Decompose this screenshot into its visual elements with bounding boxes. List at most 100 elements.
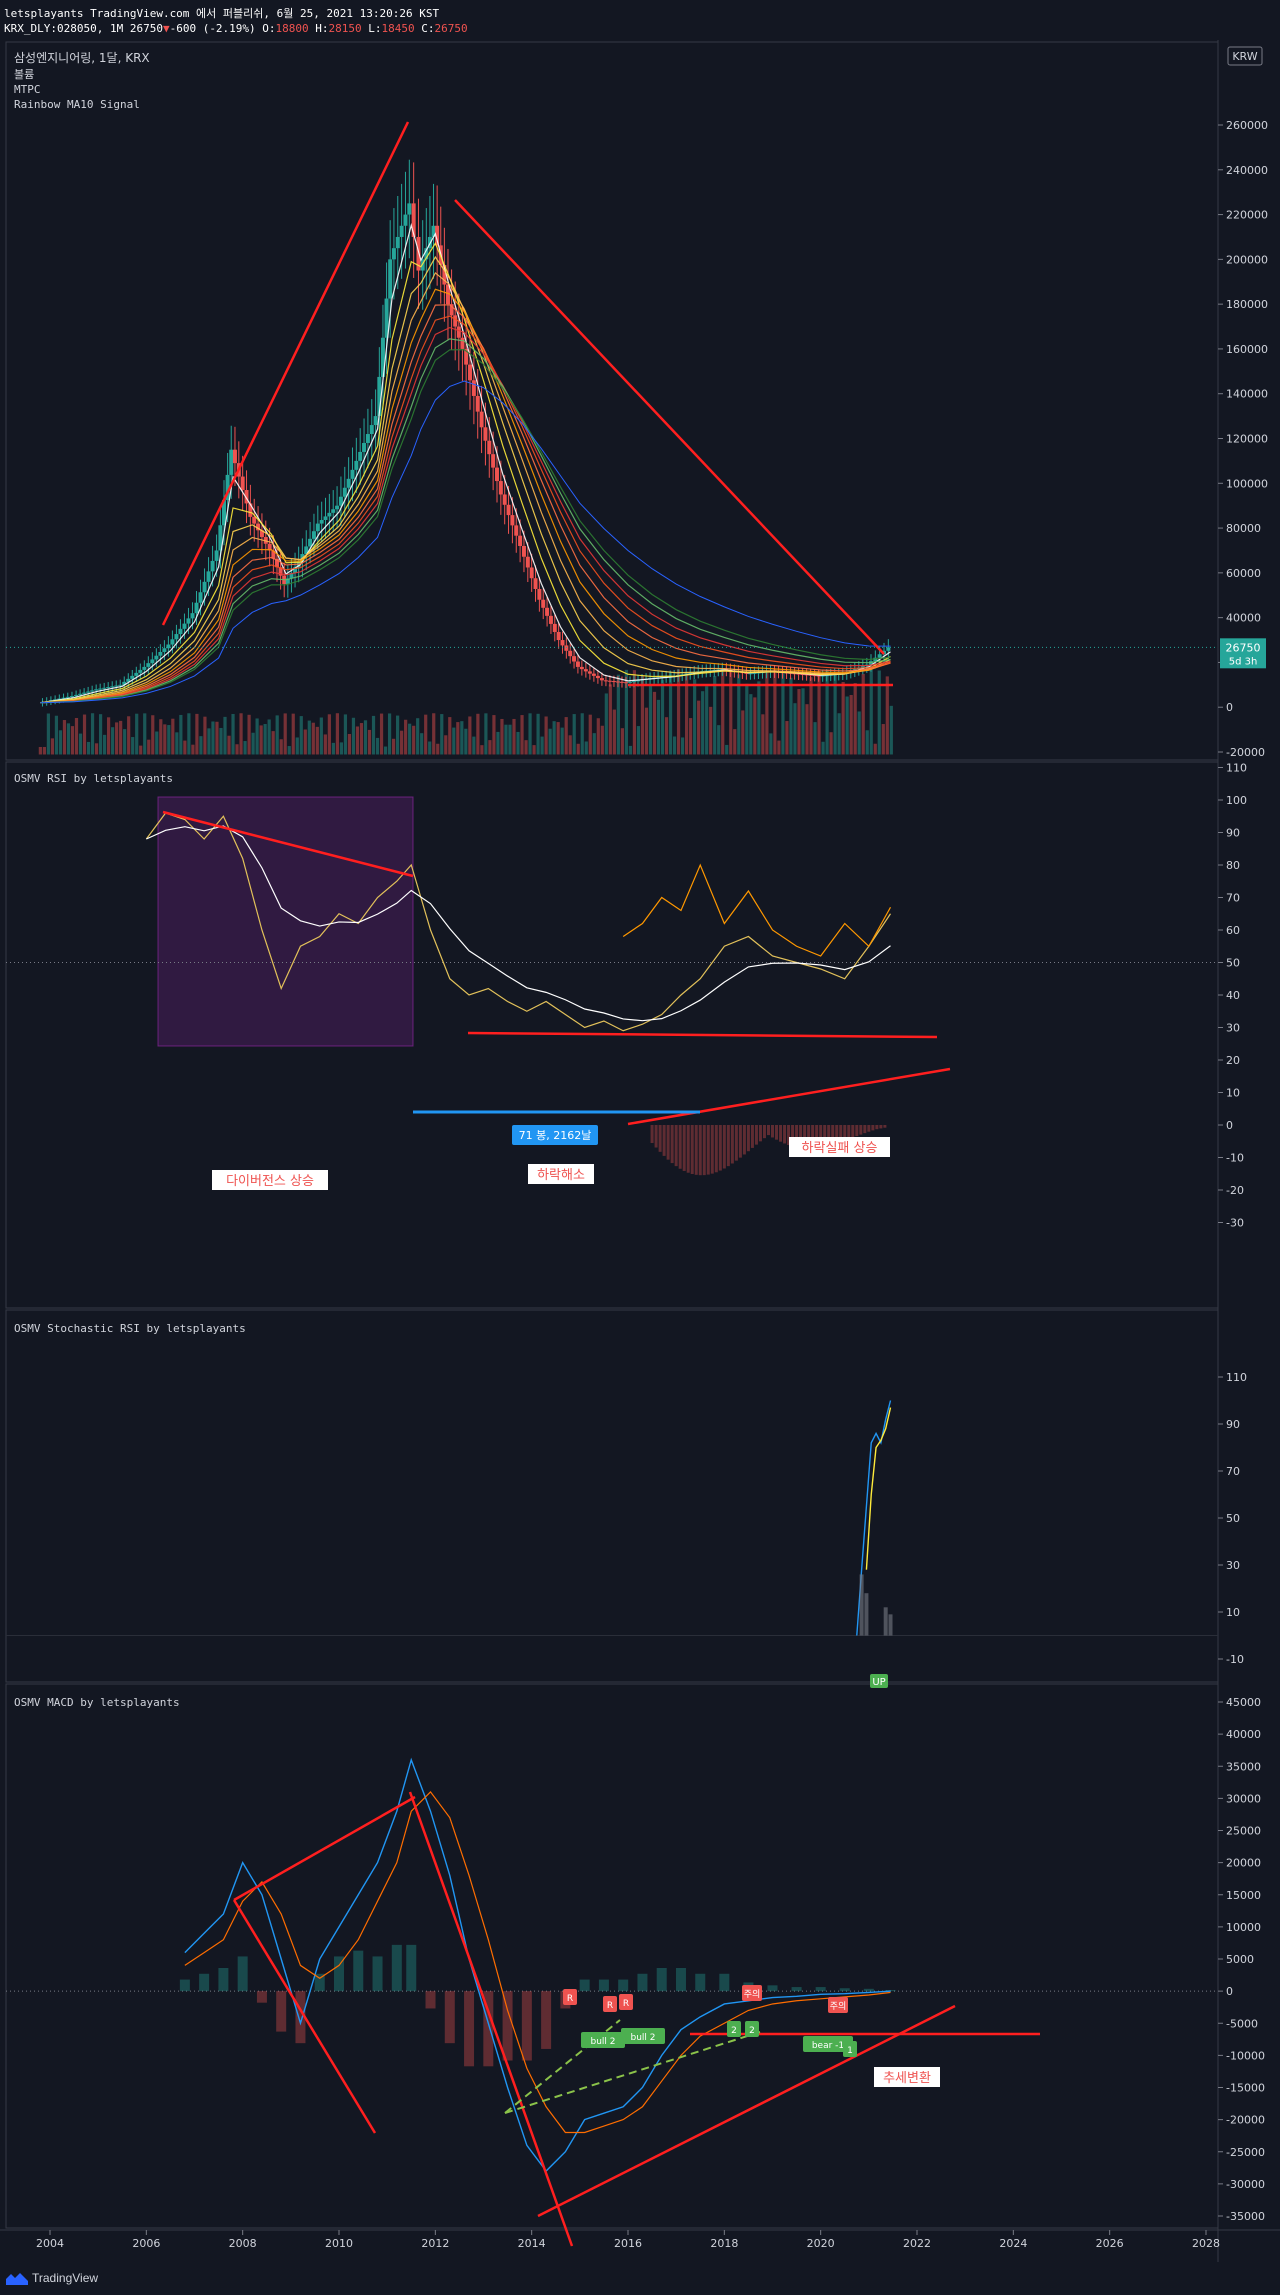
volume-bar	[576, 743, 580, 755]
rsi-histogram-bar	[718, 1125, 722, 1171]
volume-bar	[580, 713, 584, 755]
y-tick-label: 160000	[1226, 343, 1268, 356]
candle-body	[214, 550, 219, 561]
y-tick-label: 70	[1226, 892, 1240, 905]
volume-bar	[881, 724, 885, 755]
rsi-histogram-bar	[762, 1125, 766, 1139]
macd-histogram-bar	[353, 1950, 364, 1992]
macd-histogram-bar	[256, 1991, 267, 2003]
candle-body	[510, 515, 515, 526]
y-tick-label: 140000	[1226, 388, 1268, 401]
macd-histogram-bar	[218, 1967, 229, 1992]
volume-bar	[568, 735, 572, 755]
y-tick-label: 50	[1226, 957, 1240, 970]
volume-bar	[119, 720, 123, 755]
indicator-rainbow: Rainbow MA10 Signal	[14, 98, 140, 111]
volume-bar	[428, 741, 432, 755]
candle-body	[619, 681, 624, 683]
x-tick-label: 2010	[325, 2237, 353, 2250]
x-tick-label: 2018	[710, 2237, 738, 2250]
y-tick-label: -10	[1226, 1152, 1244, 1165]
macd-histogram-bar	[237, 1956, 248, 1992]
volume-bar	[42, 746, 46, 755]
rsi-histogram-bar	[758, 1125, 762, 1142]
volume-bar	[741, 710, 745, 755]
rsi-histogram-bar	[775, 1125, 779, 1140]
x-tick-label: 2012	[421, 2237, 449, 2250]
volume-bar	[869, 669, 873, 755]
macd-histogram-bar	[199, 1973, 210, 1992]
volume-bar	[536, 713, 540, 755]
volume-bar	[115, 722, 119, 755]
macd-histogram-bar	[425, 1991, 436, 2009]
volume-bar	[464, 728, 468, 755]
x-tick-label: 2016	[614, 2237, 642, 2250]
price-tag-countdown: 5d 3h	[1229, 656, 1258, 667]
volume-bar	[452, 727, 456, 755]
volume-bar	[187, 713, 191, 755]
volume-bar	[111, 727, 115, 755]
y-tick-label: -35000	[1226, 2210, 1265, 2223]
price-tag-value: 26750	[1226, 641, 1261, 654]
macd-signal-tag: 주의	[830, 2001, 847, 2012]
y-tick-label: 40000	[1226, 612, 1261, 625]
volume-bar	[709, 706, 713, 755]
volume-bar	[70, 726, 75, 755]
rsi-histogram-bar	[879, 1125, 883, 1129]
y-tick-label: 240000	[1226, 164, 1268, 177]
volume-bar	[825, 669, 829, 755]
volume-bar	[849, 695, 853, 755]
x-tick-label: 2026	[1096, 2237, 1124, 2250]
annotation-divergence: 다이버전스 상승	[226, 1174, 314, 1189]
x-tick-label: 2020	[807, 2237, 835, 2250]
candle-body	[583, 669, 588, 672]
volume-bar	[38, 746, 42, 755]
y-tick-label: 35000	[1226, 1760, 1261, 1773]
y-tick-label: 90	[1226, 1418, 1240, 1431]
volume-bar	[721, 670, 725, 755]
candle-body	[78, 693, 83, 695]
rsi-histogram-bar	[750, 1125, 754, 1148]
volume-bar	[207, 728, 211, 755]
candle-body	[323, 516, 328, 521]
rsi-histogram-bar	[662, 1125, 666, 1156]
volume-bar	[640, 675, 645, 755]
candle-body	[158, 651, 163, 656]
volume-bar	[757, 681, 761, 755]
chart-canvas[interactable]: -200000200004000060000800001000001200001…	[0, 40, 1280, 2262]
candle-body	[545, 607, 550, 616]
volume-bar	[520, 715, 524, 755]
volume-bar	[396, 715, 400, 755]
candle-body	[186, 618, 191, 624]
stoch-histogram-bar	[859, 1574, 864, 1636]
volume-bar	[283, 713, 287, 755]
volume-bar	[175, 732, 179, 755]
macd-signal-tag: 1	[847, 2046, 853, 2056]
y-tick-label: 40	[1226, 989, 1240, 1002]
candle-body	[407, 203, 412, 215]
volume-bar	[135, 713, 139, 755]
volume-bar	[199, 736, 203, 755]
macd-histogram-bar	[815, 1987, 826, 1992]
volume-bar	[355, 726, 360, 755]
volume-bar	[516, 731, 520, 755]
candle-body	[240, 476, 245, 491]
candle-body	[595, 675, 600, 679]
volume-bar	[725, 744, 729, 755]
y-tick-label: 30	[1226, 1559, 1240, 1572]
rsi-histogram-bar	[734, 1125, 738, 1161]
ohlc-open-label: O:	[262, 22, 276, 35]
x-tick-label: 2004	[36, 2237, 64, 2250]
x-tick-label: 2024	[999, 2237, 1027, 2250]
volume-bar	[259, 725, 263, 755]
y-tick-label: 110	[1226, 762, 1247, 775]
volume-bar	[215, 721, 219, 755]
volume-bar	[488, 740, 492, 755]
volume-bar	[456, 722, 460, 755]
candle-body	[453, 315, 458, 327]
indicator-mtpc: MTPC	[14, 83, 41, 96]
annotation-recovery: 하락해소	[537, 1168, 585, 1183]
symbol-info: KRX_DLY:028050, 1M 26750▼-600 (-2.19%) O…	[4, 22, 468, 35]
symbol-label: KRX_DLY:028050, 1M 26750	[4, 22, 163, 35]
candle-body	[94, 689, 99, 691]
